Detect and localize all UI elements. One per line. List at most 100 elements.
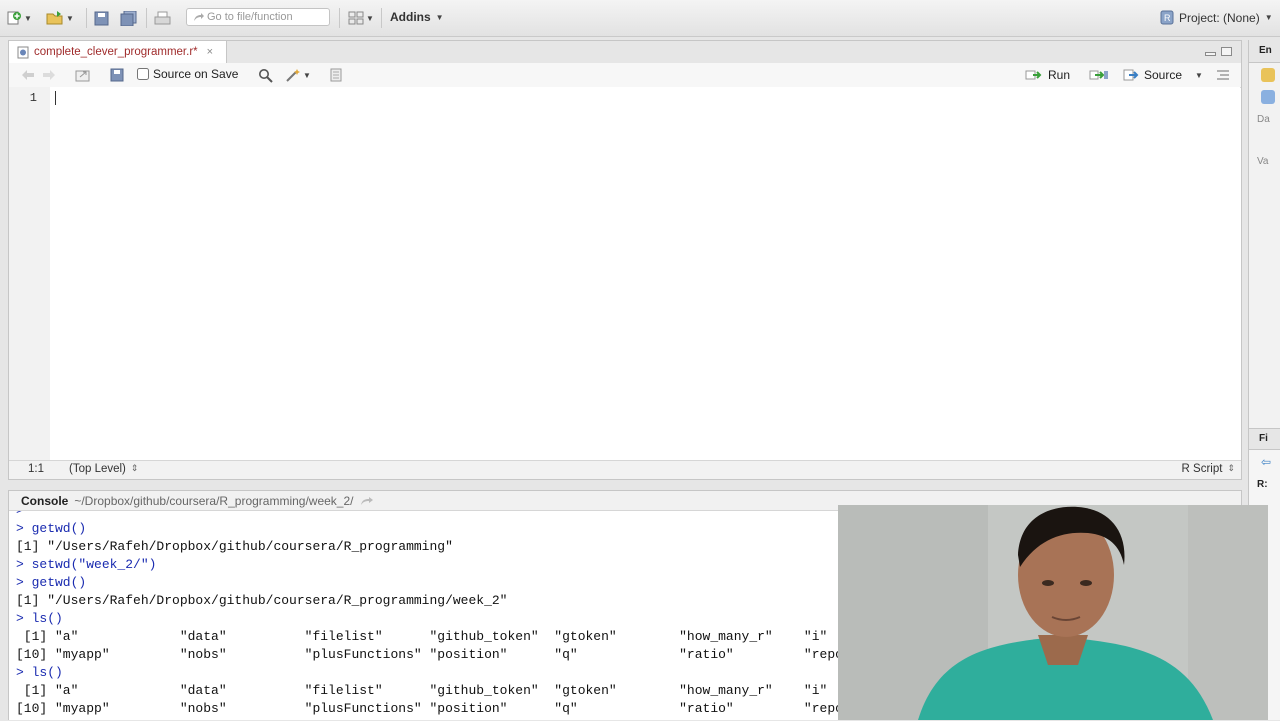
chevron-down-icon: ▼ (435, 12, 444, 22)
data-section-label: Da (1257, 114, 1270, 125)
code-tools-button[interactable]: ▼ (285, 68, 311, 82)
save-icon (110, 68, 124, 82)
import-dataset-icon[interactable] (1261, 90, 1275, 104)
rerun-button[interactable] (1089, 68, 1109, 82)
print-icon (154, 11, 171, 24)
grid-icon (348, 11, 364, 25)
up-down-arrow-icon: ⇕ (1227, 463, 1235, 473)
go-to-directory-icon[interactable] (360, 496, 374, 506)
run-label: Run (1048, 68, 1071, 82)
folder-open-icon (46, 11, 63, 25)
console-command-line: > ls() (16, 665, 63, 680)
project-icon: R (1160, 10, 1174, 25)
editor-tab-file[interactable]: complete_clever_programmer.r* × (9, 41, 227, 63)
new-file-icon (7, 11, 21, 25)
toolbar-divider (86, 8, 87, 28)
scope-label: (Top Level) (69, 463, 126, 475)
editor-toolbar: Source on Save ▼ Run Source ▼ (9, 63, 1241, 88)
editor-tab-bar: complete_clever_programmer.r* × (9, 41, 1241, 64)
magic-wand-icon (286, 68, 300, 82)
open-file-button[interactable]: ▼ (46, 9, 74, 27)
webcam-person-image (838, 505, 1268, 720)
new-window-icon (75, 70, 90, 82)
text-cursor (55, 91, 56, 105)
show-in-window-button[interactable] (75, 68, 91, 82)
close-tab-icon[interactable]: × (207, 46, 213, 58)
r-file-icon (17, 46, 29, 58)
compile-report-button[interactable] (329, 68, 343, 82)
addins-label: Addins (390, 10, 431, 24)
search-icon (259, 68, 273, 83)
console-output-line: [1] "a" "data" "filelist" "github_token"… (16, 629, 828, 644)
r-path-label: R: (1257, 479, 1268, 490)
save-all-button[interactable] (120, 9, 137, 27)
save-icon (94, 11, 109, 25)
goto-file-function-input[interactable] (205, 10, 321, 24)
line-number: 1 (29, 91, 37, 105)
console-command-line: > setwd("week_2/") (16, 557, 157, 572)
outline-icon (1217, 70, 1229, 80)
arrow-right-icon (43, 70, 55, 80)
save-button[interactable] (94, 9, 109, 27)
load-workspace-icon[interactable] (1261, 68, 1275, 82)
console-output-line: [10] "myapp" "nobs" "plusFunctions" "pos… (16, 647, 840, 662)
cursor-position: 1:1 (28, 463, 44, 475)
svg-text:R: R (1164, 13, 1171, 23)
console-title: Console (21, 493, 69, 508)
workspace-panes-button[interactable]: ▼ (348, 9, 374, 27)
chevron-down-icon: ▼ (24, 13, 32, 23)
scope-selector[interactable]: (Top Level) ⇕ (69, 463, 138, 475)
code-editor-area[interactable] (50, 87, 1240, 463)
run-button[interactable]: Run (1025, 68, 1070, 82)
source-label: Source (1144, 68, 1183, 82)
document-outline-button[interactable] (1216, 68, 1230, 82)
forward-button[interactable] (42, 68, 56, 82)
editor-status-bar: 1:1 (Top Level) ⇕ R Script ⇕ (9, 460, 1241, 479)
toolbar-divider (381, 8, 382, 28)
source-editor-pane: complete_clever_programmer.r* × Source o… (8, 40, 1242, 480)
goto-file-function-field[interactable] (186, 8, 330, 26)
files-tab-bar: Fi (1249, 429, 1280, 450)
arrow-left-icon (22, 70, 34, 80)
save-all-icon (120, 10, 137, 26)
arrow-right-icon (194, 13, 204, 21)
arrow-left-icon[interactable]: ⇦ (1261, 455, 1271, 469)
project-menu[interactable]: R Project: (None) ▼ (1160, 10, 1273, 25)
new-file-button[interactable]: ▼ (6, 9, 32, 27)
console-output[interactable]: >> getwd()[1] "/Users/Rafeh/Dropbox/gith… (16, 511, 840, 721)
print-button[interactable] (154, 9, 171, 27)
environment-pane: En Da Va (1248, 40, 1280, 480)
console-command-line: > getwd() (16, 575, 87, 590)
console-output-line: [1] "/Users/Rafeh/Dropbox/github/courser… (16, 539, 453, 554)
source-on-save-toggle[interactable]: Source on Save (137, 67, 238, 81)
environment-tab-bar: En (1249, 40, 1280, 63)
console-command-line: > getwd() (16, 521, 87, 536)
addins-menu[interactable]: Addins ▼ (390, 10, 444, 24)
editor-tab-filename: complete_clever_programmer.r* (34, 46, 198, 58)
chevron-down-icon: ▼ (1264, 13, 1273, 22)
files-tab[interactable]: Fi (1259, 433, 1268, 444)
chevron-down-icon[interactable]: ▼ (1195, 71, 1203, 80)
console-command-line: > (16, 511, 840, 520)
minimize-pane-icon[interactable] (1205, 52, 1216, 56)
rerun-icon (1089, 70, 1108, 80)
file-type-selector[interactable]: R Script ⇕ (1182, 463, 1235, 475)
console-command-line: > ls() (16, 611, 63, 626)
toolbar-divider (146, 8, 147, 28)
notebook-icon (330, 68, 342, 82)
source-button[interactable]: Source ▼ (1123, 68, 1203, 82)
up-down-arrow-icon: ⇕ (130, 463, 139, 473)
values-section-label: Va (1257, 156, 1269, 167)
console-output-line: [1] "/Users/Rafeh/Dropbox/github/courser… (16, 593, 508, 608)
find-replace-button[interactable] (258, 68, 273, 83)
environment-tab[interactable]: En (1259, 45, 1272, 56)
save-file-button[interactable] (110, 68, 124, 82)
maximize-pane-icon[interactable] (1221, 47, 1232, 56)
console-working-directory: ~/Dropbox/github/coursera/R_programming/… (74, 493, 354, 508)
console-output-line: [10] "myapp" "nobs" "plusFunctions" "pos… (16, 701, 840, 716)
source-arrow-icon (1123, 69, 1139, 81)
source-on-save-checkbox[interactable] (137, 68, 149, 80)
console-output-line: [1] "a" "data" "filelist" "github_token"… (16, 683, 828, 698)
file-type-label: R Script (1181, 463, 1223, 475)
back-button[interactable] (21, 68, 35, 82)
